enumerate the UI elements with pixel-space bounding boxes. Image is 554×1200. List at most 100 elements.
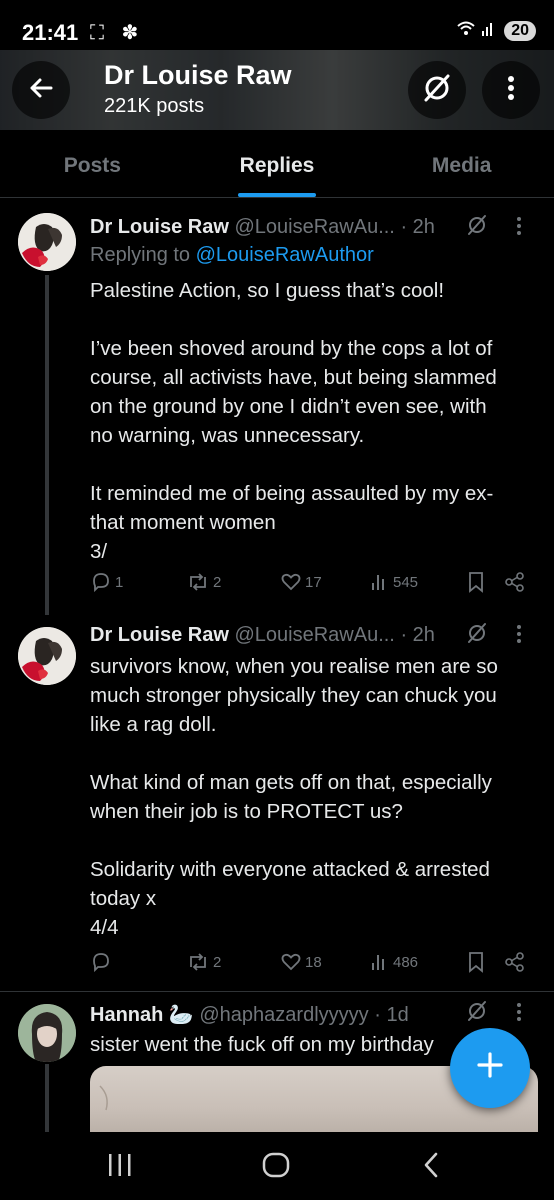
heart-icon bbox=[280, 571, 302, 593]
author-name[interactable]: Dr Louise Raw bbox=[90, 216, 229, 238]
replying-to-link[interactable]: @LouiseRawAuthor bbox=[196, 244, 374, 266]
views-button[interactable]: 545 bbox=[370, 571, 418, 593]
grok-icon[interactable] bbox=[466, 214, 488, 242]
thread-line bbox=[45, 1064, 49, 1134]
tweet-line bbox=[90, 826, 540, 855]
reply-button[interactable]: 1 bbox=[90, 571, 123, 593]
author-name[interactable]: Dr Louise Raw bbox=[90, 624, 229, 646]
share-icon bbox=[504, 951, 526, 973]
repost-icon bbox=[186, 951, 210, 973]
tweet-line: sister went the fuck off on my birthday bbox=[90, 1033, 434, 1056]
share-button[interactable] bbox=[504, 951, 526, 973]
avatar[interactable] bbox=[18, 213, 76, 271]
grok-icon[interactable] bbox=[466, 622, 488, 650]
tweet-line: survivors know, when you realise men are… bbox=[90, 655, 498, 678]
tweet-time: 1d bbox=[386, 1004, 409, 1026]
compose-button[interactable] bbox=[450, 1028, 530, 1108]
tweet-line: today x bbox=[90, 887, 157, 910]
repost-count: 2 bbox=[213, 573, 222, 591]
thread-line bbox=[45, 275, 49, 615]
tweet-line bbox=[90, 305, 540, 334]
separator: · bbox=[374, 1004, 381, 1026]
status-bar: 21:41 ⛶ ✽ 20 bbox=[0, 0, 554, 50]
tweet-line: course, all activists have, but being sl… bbox=[90, 366, 497, 389]
author-handle[interactable]: @haphazardlyyyyy bbox=[199, 1004, 368, 1026]
status-time: 21:41 bbox=[22, 20, 79, 45]
repost-button[interactable]: 2 bbox=[186, 951, 221, 973]
views-icon bbox=[370, 951, 390, 973]
divider bbox=[0, 991, 554, 992]
profile-name: Dr Louise Raw bbox=[104, 60, 292, 90]
bookmark-icon bbox=[466, 951, 486, 973]
views-count: 545 bbox=[393, 573, 419, 591]
battery-indicator: 20 bbox=[504, 20, 536, 41]
grok-icon[interactable] bbox=[466, 1000, 488, 1028]
tweet-text: Palestine Action, so I guess that’s cool… bbox=[90, 276, 540, 566]
author-handle[interactable]: @LouiseRawAu... bbox=[234, 216, 394, 238]
avatar[interactable] bbox=[18, 1004, 76, 1062]
like-count: 17 bbox=[305, 573, 322, 591]
tweet-more-icon[interactable] bbox=[516, 624, 522, 650]
tab-posts[interactable]: Posts bbox=[0, 130, 185, 197]
tweet-line: when their job is to PROTECT us? bbox=[90, 800, 403, 823]
tweet-more-icon[interactable] bbox=[516, 1002, 522, 1028]
views-button[interactable]: 486 bbox=[370, 951, 418, 973]
tweet-line: no warning, was unnecessary. bbox=[90, 424, 365, 447]
home-button[interactable] bbox=[261, 1150, 291, 1185]
recent-apps-button[interactable] bbox=[106, 1150, 134, 1185]
profile-tabs: Posts Replies Media bbox=[0, 130, 554, 198]
system-nav-bar bbox=[0, 1132, 554, 1200]
more-vertical-icon bbox=[507, 75, 515, 106]
repost-button[interactable]: 2 bbox=[186, 571, 221, 593]
bookmark-button[interactable] bbox=[466, 571, 486, 593]
tweet-actions: 1 2 17 545 bbox=[90, 571, 530, 601]
tweet-line: like a rag doll. bbox=[90, 713, 217, 736]
replying-to: Replying to @LouiseRawAuthor bbox=[90, 244, 374, 267]
tweet-actions: 2 18 486 bbox=[90, 951, 530, 981]
reply-button[interactable] bbox=[90, 951, 115, 973]
avatar[interactable] bbox=[18, 627, 76, 685]
tweet-line: It reminded me of being assaulted by my … bbox=[90, 482, 494, 505]
separator: · bbox=[400, 216, 408, 238]
more-options-button[interactable] bbox=[482, 61, 540, 119]
repost-count: 2 bbox=[213, 953, 222, 971]
wifi-signal-icon bbox=[456, 18, 496, 43]
repost-icon bbox=[186, 571, 210, 593]
tweet-line: 4/4 bbox=[90, 916, 119, 939]
tweet-line bbox=[90, 450, 540, 479]
post-count: 221K posts bbox=[104, 95, 205, 117]
back-button[interactable] bbox=[12, 61, 70, 119]
tweet-more-icon[interactable] bbox=[516, 216, 522, 242]
tweet-line: on the ground by one I didn’t even see, … bbox=[90, 395, 487, 418]
reply-icon bbox=[90, 571, 112, 593]
system-back-button[interactable] bbox=[420, 1150, 444, 1185]
grok-button[interactable] bbox=[408, 61, 466, 119]
grok-icon bbox=[422, 73, 452, 108]
author-handle[interactable]: @LouiseRawAu... bbox=[234, 624, 394, 646]
arrow-left-icon bbox=[27, 74, 55, 107]
heart-icon bbox=[280, 951, 302, 973]
tweet-line bbox=[90, 739, 540, 768]
views-count: 486 bbox=[393, 953, 419, 971]
tweet-line: much stronger physically they can chuck … bbox=[90, 684, 497, 707]
share-icon bbox=[504, 571, 526, 593]
like-button[interactable]: 17 bbox=[280, 571, 322, 593]
profile-header: Dr Louise Raw 221K posts bbox=[0, 50, 554, 130]
tab-media[interactable]: Media bbox=[369, 130, 554, 197]
tweet-time: 2h bbox=[412, 216, 435, 238]
status-notification-icons: ⛶ ✽ bbox=[90, 22, 145, 44]
plus-icon bbox=[474, 1046, 506, 1091]
tweet-line: that moment women bbox=[90, 511, 276, 534]
tweet-line: What kind of man gets off on that, espec… bbox=[90, 771, 492, 794]
share-button[interactable] bbox=[504, 571, 526, 593]
tweet-line: 3/ bbox=[90, 540, 108, 563]
like-button[interactable]: 18 bbox=[280, 951, 322, 973]
tweet-line: Palestine Action, so I guess that’s cool… bbox=[90, 279, 445, 302]
reply-count: 1 bbox=[115, 573, 124, 591]
author-name[interactable]: Hannah 🦢 bbox=[90, 1004, 194, 1026]
bookmark-button[interactable] bbox=[466, 951, 486, 973]
replying-prefix: Replying to bbox=[90, 244, 191, 266]
tweet-line: Solidarity with everyone attacked & arre… bbox=[90, 858, 490, 881]
tab-replies[interactable]: Replies bbox=[185, 130, 370, 197]
like-count: 18 bbox=[305, 953, 322, 971]
